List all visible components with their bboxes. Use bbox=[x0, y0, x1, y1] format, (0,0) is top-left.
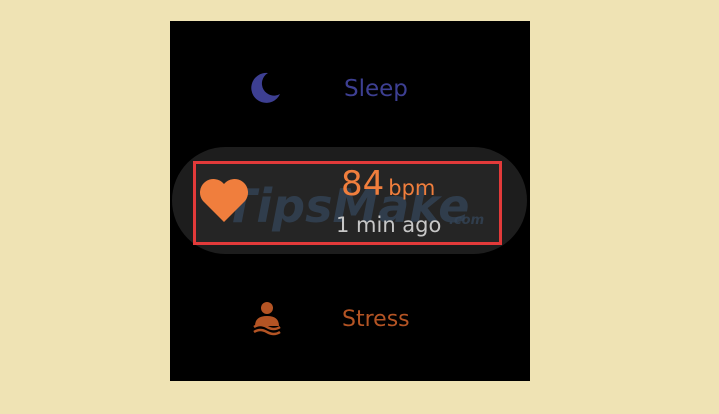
heart-icon bbox=[199, 178, 249, 222]
heart-rate-value-line: 84 bpm bbox=[341, 164, 435, 210]
stress-label: Stress bbox=[342, 307, 410, 332]
heart-rate-unit: bpm bbox=[388, 176, 436, 200]
sleep-label: Sleep bbox=[344, 76, 408, 102]
stress-person-icon bbox=[253, 302, 281, 336]
heart-rate-value: 84 bbox=[341, 164, 385, 204]
watermark-suffix: .com bbox=[449, 213, 484, 228]
heart-rate-time: 1 min ago bbox=[336, 213, 442, 237]
stress-tile[interactable]: Stress bbox=[170, 296, 530, 342]
moon-icon bbox=[251, 72, 280, 103]
watch-screen: Sleep TipsMake .com 84 bpm 1 min ago Stre… bbox=[170, 21, 530, 381]
sleep-tile[interactable]: Sleep bbox=[170, 66, 530, 110]
